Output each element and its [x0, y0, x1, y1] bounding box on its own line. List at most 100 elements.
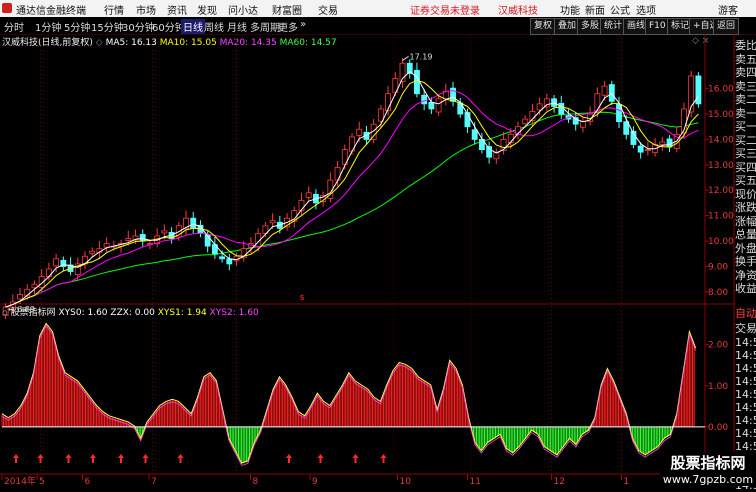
xys2-value: XYS2: 1.60: [209, 308, 259, 318]
candle-body: [103, 243, 110, 248]
menu-item-jiaoyi[interactable]: 交易: [318, 2, 338, 17]
period-weekly[interactable]: 周线: [204, 19, 224, 34]
candle-body: [377, 108, 384, 122]
period-multi[interactable]: 多周期: [250, 19, 280, 34]
date-label-0: 2014年: [4, 475, 36, 487]
buy-arrow-icon: [286, 454, 292, 463]
chart-canvas: $ 16.0015.0014.0013.0012.0011.0010.009.0…: [0, 34, 735, 487]
candle-body: [428, 101, 435, 110]
candle-body: [522, 118, 529, 125]
buy-arrow-icon: [317, 454, 324, 463]
buy-arrow-icon: [118, 454, 124, 463]
xys1-value: XYS1: 1.94: [157, 308, 207, 318]
price-label-4: 12.00: [708, 186, 734, 196]
date-label-3: 7: [151, 477, 157, 487]
period-fenshi[interactable]: 分时: [4, 19, 24, 34]
period-5min[interactable]: 5分钟: [64, 19, 90, 34]
candle-body: [644, 149, 651, 152]
user-label[interactable]: 游客: [718, 2, 738, 17]
period-more[interactable]: 更多: [278, 19, 298, 34]
period-more-arrow-icon[interactable]: »: [300, 19, 306, 30]
buy-arrow-icon: [65, 454, 72, 463]
trade-time-5: 14:56: [735, 401, 756, 414]
buy-arrow-icon: [13, 454, 19, 463]
menu-item-caifuquan[interactable]: 财富圈: [272, 2, 302, 17]
indicator-label-2: 0.00: [708, 423, 728, 433]
candle-body: [450, 87, 456, 102]
candle-body: [414, 69, 420, 95]
menu-item-gongshi[interactable]: 公式: [610, 2, 630, 17]
buy-arrow-icon: [380, 454, 387, 463]
buy-arrow-icon: [352, 454, 359, 463]
back-button[interactable]: 返回: [713, 18, 740, 35]
candle-body: [89, 250, 96, 254]
indicator-label-1: 1.00: [708, 382, 728, 392]
candle-body: [594, 93, 601, 112]
indicator-legend: ⌂ 股票指标网 XYS0: 1.60 ZZX: 0.00 XYS1: 1.94 …: [2, 305, 259, 318]
candle-body: [161, 230, 168, 234]
candle-body: [608, 84, 615, 102]
candle-body: [190, 217, 197, 229]
date-label-2: 6: [85, 477, 91, 487]
candle-body: [471, 129, 478, 140]
trade-time-1: 14:56: [735, 349, 756, 362]
period-15min[interactable]: 15分钟: [91, 19, 124, 34]
trade-time-3: 14:56: [735, 375, 756, 388]
menu-item-hangqing[interactable]: 行情: [104, 2, 124, 17]
candle-body: [637, 145, 644, 153]
candle-body: [507, 133, 514, 143]
app-title: 通达信金融终端: [16, 6, 86, 17]
candle-body: [305, 192, 312, 198]
candle-body: [536, 103, 543, 111]
menu-bar: 通达信金融终端 行情 市场 资讯 发现 问小达 财富圈 交易 证券交易未登录 汉…: [0, 0, 756, 18]
price-label-3: 13.00: [708, 161, 734, 171]
fuquan-button[interactable]: 复权: [530, 18, 557, 35]
price-label-2: 14.00: [708, 135, 734, 145]
date-label-6: 10: [400, 477, 412, 487]
high-label: 17.19: [410, 52, 433, 61]
candle-body: [601, 85, 608, 96]
menu-item-xuanxiang[interactable]: 选项: [636, 2, 656, 17]
menu-item-gongneng[interactable]: 功能: [560, 2, 580, 17]
login-notice[interactable]: 证券交易未登录: [410, 2, 480, 17]
indicator-label-0: 2.00: [708, 341, 728, 351]
price-label-1: 15.00: [708, 110, 734, 120]
candle-body: [659, 141, 666, 145]
app-logo-icon: [2, 3, 12, 13]
watermark-url: www.7gpzb.com: [660, 473, 756, 486]
price-label-0: 16.00: [708, 85, 734, 95]
period-daily[interactable]: 日线: [181, 19, 205, 34]
menu-item-shichang[interactable]: 市场: [136, 2, 156, 17]
f10-button[interactable]: F10: [645, 18, 670, 35]
xys0-value: XYS0: 1.60: [58, 308, 108, 318]
buy-arrow-icon: [90, 454, 96, 463]
high-pointer: [402, 55, 409, 61]
price-label-5: 11.00: [708, 212, 734, 222]
trade-tab: 交易: [735, 322, 756, 335]
trade-time-4: 14:56: [735, 388, 756, 401]
trade-time-2: 14:56: [735, 362, 756, 375]
period-30min[interactable]: 30分钟: [122, 19, 155, 34]
buy-arrow-icon: [142, 454, 149, 463]
candle-body: [695, 75, 702, 105]
trade-time-7: 14:56: [735, 427, 756, 440]
buy-arrow-icon: [37, 454, 44, 463]
period-1min[interactable]: 1分钟: [35, 19, 61, 34]
stock-name-label: 汉威科技: [498, 6, 538, 17]
candle-body: [226, 258, 233, 265]
buy-arrow-icon: [177, 454, 184, 463]
period-monthly[interactable]: 月线: [227, 19, 247, 34]
candle-body: [435, 98, 442, 113]
menu-item-wenxiaoda[interactable]: 问小达: [228, 2, 258, 17]
candle-body: [17, 293, 23, 300]
menu-item-zixun[interactable]: 资讯: [167, 2, 187, 17]
menu-item-faxian[interactable]: 发现: [197, 2, 217, 17]
watermark-title: 股票指标网: [660, 452, 756, 473]
menu-item-xinmian[interactable]: 新面: [585, 2, 605, 17]
quote-field-18: 收益: [735, 282, 756, 295]
candle-body: [53, 258, 60, 267]
date-label-7: 11: [470, 477, 481, 487]
trade-time-0: 14:56: [735, 336, 756, 349]
indicator-icon[interactable]: ⌂: [2, 308, 8, 318]
period-60min[interactable]: 60分钟: [152, 19, 185, 34]
